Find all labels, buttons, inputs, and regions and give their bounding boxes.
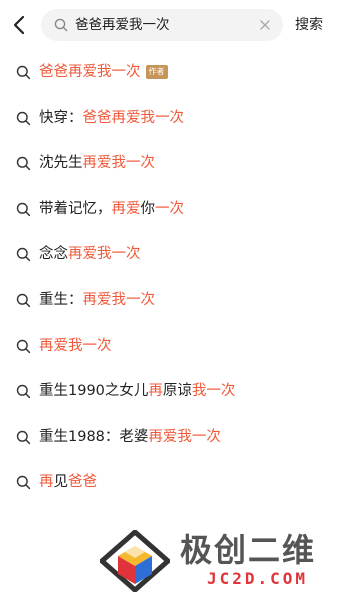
suggestion-text: 沈先生再爱我一次 [39, 153, 155, 173]
suggestion-text-part: 快穿： [39, 109, 83, 126]
suggestion-text: 带着记忆，再爱你一次 [39, 199, 184, 219]
suggestion-text: 再爱我一次 [39, 336, 112, 356]
suggestion-item[interactable]: 沈先生再爱我一次 [0, 141, 345, 187]
highlighted-match: 再 [148, 383, 163, 400]
highlighted-match: 爸爸再爱我一次 [82, 109, 185, 126]
search-button[interactable]: 搜索 [295, 15, 323, 35]
search-icon [16, 202, 31, 216]
suggestion-text-part: 带着记忆， [39, 200, 112, 217]
highlighted-match: 我一次 [191, 383, 236, 400]
top-bar: 爸爸再爱我一次 搜索 [0, 0, 345, 50]
suggestion-list: 爸爸再爱我一次 作者 快穿：爸爸再爱我一次 沈先生再爱我一次 带着记忆，再爱你一次 念念再… [0, 50, 345, 506]
highlighted-match: 爸爸 [68, 474, 97, 491]
search-field[interactable]: 爸爸再爱我一次 [41, 9, 283, 41]
watermark-title: 极创二维 [180, 531, 317, 569]
suggestion-item[interactable]: 重生1988：老婆再爱我一次 [0, 415, 345, 461]
search-icon [16, 293, 31, 308]
highlighted-match: 再 [39, 474, 54, 491]
suggestion-text: 重生：再爱我一次 [39, 290, 155, 310]
highlighted-match: 爸爸再爱我一次 [39, 64, 141, 80]
highlighted-match: 再爱我一次 [148, 428, 221, 445]
suggestion-text-part: 你 [140, 200, 156, 217]
author-badge: 作者 [145, 65, 168, 79]
chevron-left-icon [13, 15, 25, 35]
back-button[interactable] [8, 13, 30, 37]
suggestion-item[interactable]: 爸爸再爱我一次 作者 [0, 50, 345, 96]
suggestion-text: 再见爸爸 [39, 472, 97, 492]
suggestion-item[interactable]: 重生1990之女儿再原谅我一次 [0, 369, 345, 415]
search-icon [16, 65, 31, 80]
suggestion-text: 重生1988：老婆再爱我一次 [39, 427, 221, 447]
suggestion-item[interactable]: 带着记忆，再爱你一次 [0, 187, 345, 233]
suggestion-text: 念念再爱我一次 [39, 244, 141, 264]
search-icon [16, 430, 31, 444]
clear-icon[interactable] [258, 18, 272, 32]
suggestion-text-part: 念念 [39, 246, 68, 263]
suggestion-text-part: 重生： [39, 291, 83, 308]
suggestion-text: 重生1990之女儿再原谅我一次 [39, 381, 235, 401]
suggestion-item[interactable]: 重生：再爱我一次 [0, 278, 345, 324]
highlighted-match: 再爱 [111, 200, 141, 217]
suggestion-text: 爸爸再爱我一次 作者 [39, 62, 168, 82]
highlighted-match: 再爱我一次 [68, 246, 141, 263]
suggestion-text-part: 重生1988：老婆 [39, 428, 149, 445]
suggestion-text-part: 见 [53, 474, 69, 491]
search-icon [16, 156, 31, 171]
highlighted-match: 再爱我一次 [39, 337, 112, 354]
suggestion-item[interactable]: 再爱我一次 [0, 324, 345, 370]
suggestion-text: 快穿：爸爸再爱我一次 [39, 108, 184, 128]
search-icon [16, 111, 31, 125]
watermark-logo [100, 530, 170, 592]
suggestion-item[interactable]: 快穿：爸爸再爱我一次 [0, 96, 345, 142]
highlighted-match: 再爱我一次 [82, 155, 156, 172]
search-icon [16, 248, 31, 262]
suggestion-item[interactable]: 再见爸爸 [0, 460, 345, 506]
search-input[interactable]: 爸爸再爱我一次 [75, 16, 170, 34]
search-icon [16, 476, 31, 490]
suggestion-text-part: 沈先生 [39, 155, 83, 172]
highlighted-match: 一次 [155, 200, 184, 217]
search-icon [16, 339, 31, 353]
watermark-subtitle: JC2D.COM [207, 569, 309, 588]
search-icon [16, 384, 31, 399]
highlighted-match: 再爱我一次 [82, 291, 156, 308]
suggestion-text-part: 重生1990之女儿 [39, 383, 149, 400]
search-icon [54, 18, 68, 32]
suggestion-item[interactable]: 念念再爱我一次 [0, 232, 345, 278]
suggestion-text-part: 原谅 [162, 383, 192, 400]
watermark: 极创二维 JC2D.COM [100, 528, 345, 594]
